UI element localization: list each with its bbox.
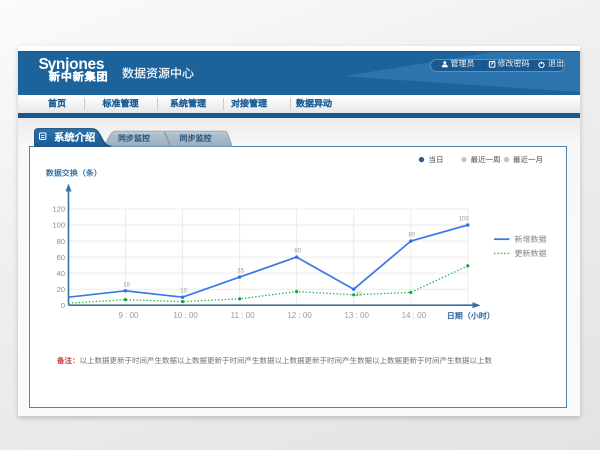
svg-text:60: 60 [57,253,65,262]
svg-text:14 : 00: 14 : 00 [402,311,427,320]
svg-text:35: 35 [237,269,244,275]
svg-text:Synjones: Synjones [39,56,105,73]
svg-text:11 : 00: 11 : 00 [231,311,255,320]
svg-text:18: 18 [123,282,130,288]
svg-text:10 : 00: 10 : 00 [173,311,198,320]
svg-text:100: 100 [459,217,470,223]
svg-text:13 : 00: 13 : 00 [344,311,369,320]
svg-text:80: 80 [57,237,65,246]
svg-text:12 : 00: 12 : 00 [287,311,312,320]
svg-text:20: 20 [355,292,362,298]
svg-text:0: 0 [61,301,65,310]
svg-text:9 : 00: 9 : 00 [118,311,139,320]
svg-text:60: 60 [294,249,301,255]
svg-text:40: 40 [57,269,65,278]
svg-text:10: 10 [180,289,187,295]
svg-text:20: 20 [57,285,65,294]
svg-text:80: 80 [408,233,415,239]
svg-text:100: 100 [52,221,65,230]
svg-text:120: 120 [52,205,65,214]
